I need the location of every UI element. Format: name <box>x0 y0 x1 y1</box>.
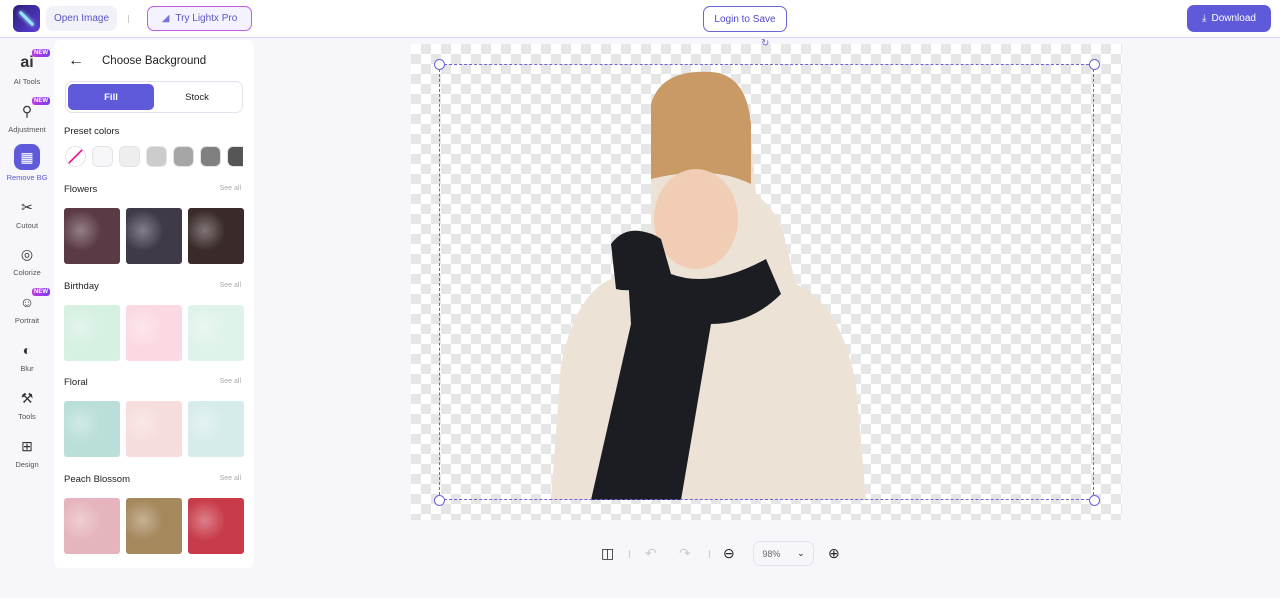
crown-icon: ◢ <box>161 13 170 24</box>
color-swatch[interactable] <box>146 146 167 167</box>
rail-label: Tools <box>18 412 36 421</box>
new-badge: NEW <box>32 97 50 105</box>
color-swatch[interactable] <box>92 146 113 167</box>
color-swatch[interactable] <box>119 146 140 167</box>
back-arrow-icon[interactable]: ← <box>68 52 84 70</box>
thumbnail-row <box>64 208 244 264</box>
new-badge: NEW <box>32 49 50 57</box>
tab-fill[interactable]: Fill <box>68 84 154 110</box>
resize-handle[interactable] <box>434 495 445 506</box>
rail-portrait[interactable]: ☺ NEW Portrait <box>0 288 54 325</box>
preset-colors-label: Preset colors <box>64 126 120 137</box>
color-swatch[interactable] <box>65 146 86 167</box>
background-thumbnail[interactable] <box>188 208 244 264</box>
section-title: Birthday <box>64 280 99 292</box>
rail-colorize[interactable]: ◎ Colorize <box>0 243 54 277</box>
rail-design[interactable]: ⊞ Design <box>0 435 54 469</box>
rail-label: Cutout <box>15 221 39 230</box>
see-all-link[interactable]: See all <box>220 475 241 482</box>
undo-icon[interactable]: ↶ <box>645 545 657 562</box>
color-swatch[interactable] <box>173 146 194 167</box>
new-badge: NEW <box>32 288 50 296</box>
thumbnail-row <box>64 497 244 554</box>
rail-label: Blur <box>20 364 34 373</box>
rail-blur[interactable]: ◐ Blur <box>0 339 54 373</box>
rail-label: Colorize <box>13 268 41 277</box>
remove-bg-icon: ▦ <box>14 144 40 170</box>
rail-adjustment[interactable]: ⚲ NEW Adjustment <box>0 97 54 134</box>
download-icon: ⤓ <box>1202 13 1207 24</box>
rail-ai-tools[interactable]: ai NEW AI Tools <box>0 49 54 86</box>
design-icon: ⊞ <box>21 438 33 454</box>
section-title: Flowers <box>64 184 98 195</box>
background-panel: ← Choose Background Fill Stock Preset co… <box>54 40 254 568</box>
zoom-value: 98% <box>762 548 781 559</box>
top-bar: Open Image ◢ Try Lightx Pro Login to Save… <box>0 0 1280 38</box>
thumbnail-row <box>64 401 244 457</box>
rail-label: AI Tools <box>13 77 41 86</box>
rail-tools[interactable]: ⚒ Tools <box>0 387 54 421</box>
section-title: Peach Blossom <box>64 473 131 485</box>
thumbnail-row <box>64 304 244 361</box>
background-thumbnail[interactable] <box>64 401 120 457</box>
see-all-link[interactable]: See all <box>220 378 241 385</box>
resize-handle[interactable] <box>434 59 445 70</box>
rail-label: Design <box>15 460 39 469</box>
panel-title: Choose Background <box>102 55 207 67</box>
fill-stock-toggle: Fill Stock <box>65 81 243 113</box>
background-thumbnail[interactable] <box>126 497 182 554</box>
try-pro-button[interactable]: ◢ Try Lightx Pro <box>147 6 252 31</box>
scissors-icon: ✂ <box>21 199 33 215</box>
background-thumbnail[interactable] <box>188 497 244 554</box>
rail-remove-bg[interactable]: ▦ Remove BG <box>0 144 54 182</box>
redo-icon[interactable]: ↷ <box>679 545 691 562</box>
background-thumbnail[interactable] <box>64 497 120 554</box>
chevron-down-icon: ⌄ <box>797 548 805 558</box>
background-thumbnail[interactable] <box>126 208 182 264</box>
see-all-link[interactable]: See all <box>220 185 241 192</box>
blur-icon: ◐ <box>22 342 32 358</box>
download-button[interactable]: ⤓ Download <box>1187 5 1271 32</box>
background-thumbnail[interactable] <box>126 304 182 361</box>
zoom-in-icon[interactable]: ⊕ <box>828 545 840 562</box>
divider <box>629 550 630 558</box>
background-thumbnail[interactable] <box>188 304 244 361</box>
resize-handle[interactable] <box>1089 59 1100 70</box>
compare-icon[interactable]: ◫ <box>601 545 614 562</box>
rotate-handle-icon[interactable]: ↻ <box>761 38 769 49</box>
color-swatch[interactable] <box>200 146 221 167</box>
section-title: Floral <box>64 377 88 388</box>
color-swatch[interactable] <box>227 146 243 167</box>
rail-label: Remove BG <box>6 173 48 182</box>
preset-colors <box>65 146 243 168</box>
rail-cutout[interactable]: ✂ Cutout <box>0 196 54 230</box>
zoom-out-icon[interactable]: ⊖ <box>723 545 735 562</box>
background-thumbnail[interactable] <box>64 208 120 264</box>
login-button[interactable]: Login to Save <box>703 6 787 32</box>
rail-label: Adjustment <box>8 125 46 134</box>
resize-handle[interactable] <box>1089 495 1100 506</box>
divider <box>709 550 710 558</box>
background-thumbnail[interactable] <box>188 401 244 457</box>
open-image-button[interactable]: Open Image <box>46 6 117 31</box>
download-label: Download <box>1211 13 1256 24</box>
selection-box[interactable] <box>439 64 1094 500</box>
try-pro-label: Try Lightx Pro <box>175 13 238 24</box>
rail-label: Portrait <box>14 316 40 325</box>
background-thumbnail[interactable] <box>64 304 120 361</box>
drop-icon: ◎ <box>20 246 34 262</box>
background-thumbnail[interactable] <box>126 401 182 457</box>
see-all-link[interactable]: See all <box>220 282 241 289</box>
tools-icon: ⚒ <box>20 390 34 406</box>
tab-stock[interactable]: Stock <box>154 84 240 110</box>
zoom-select[interactable]: 98% ⌄ <box>753 541 814 566</box>
divider <box>128 15 129 23</box>
lightx-logo[interactable] <box>13 5 40 32</box>
